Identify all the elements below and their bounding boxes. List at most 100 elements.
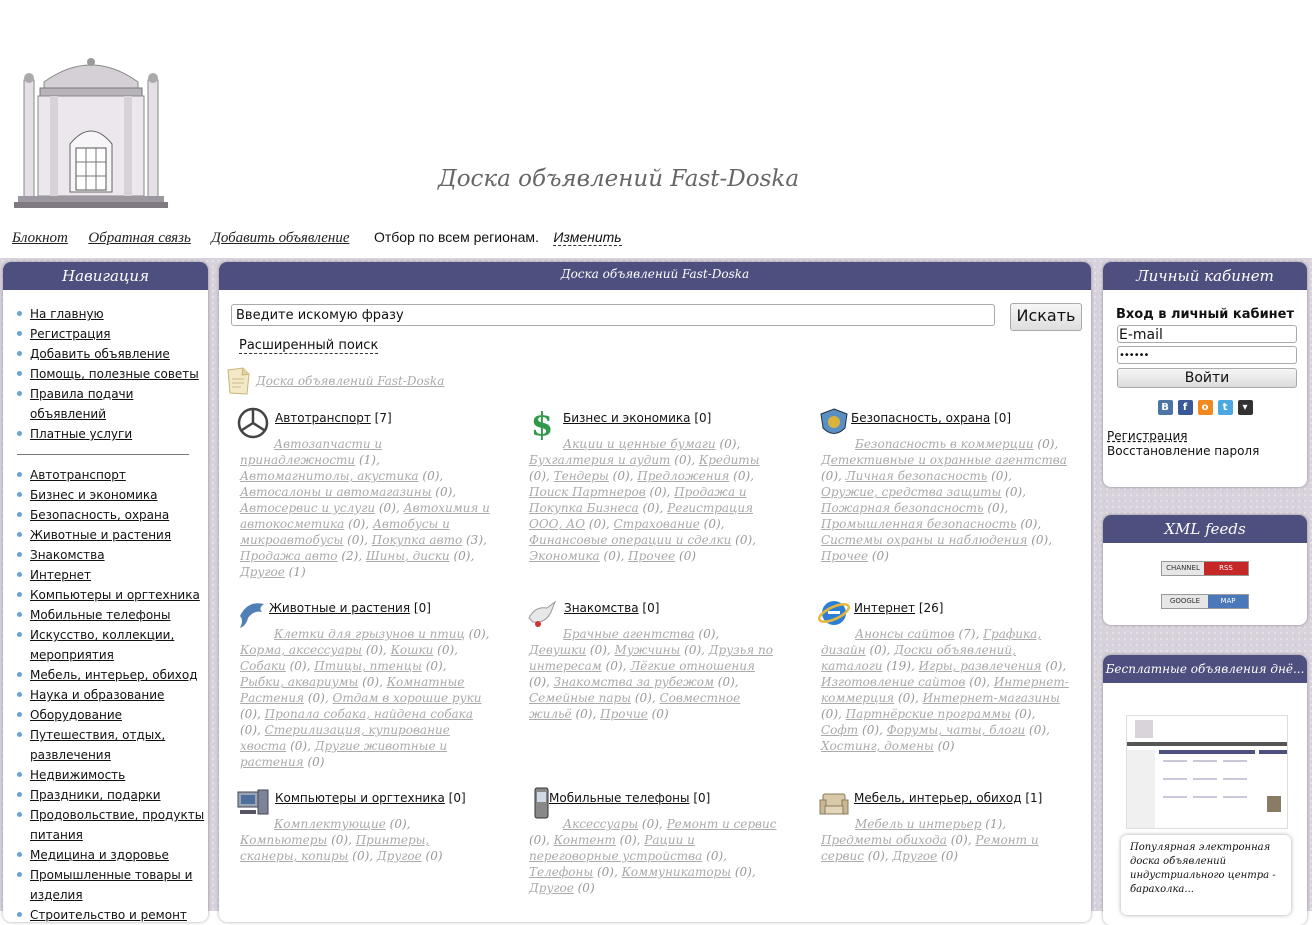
category-link[interactable]: Автотранспорт [275, 411, 371, 425]
sidebar-category-link[interactable]: Строительство и ремонт [30, 908, 187, 922]
internet-explorer-icon[interactable] [817, 596, 851, 630]
sidebar-category-link[interactable]: Компьютеры и оргтехника [30, 588, 200, 602]
subcategory-link[interactable]: Брачные агентства [563, 627, 695, 641]
restore-password-link[interactable]: Восстановление пароля [1107, 444, 1259, 458]
sidebar-main-link[interactable]: На главную [30, 307, 104, 321]
subcategory-link[interactable]: Безопасность в коммерции [855, 437, 1034, 451]
computer-icon[interactable] [236, 786, 270, 820]
subcategory-link[interactable]: Телефоны [529, 865, 593, 879]
sidebar-main-link[interactable]: Правила подачи объявлений [30, 387, 133, 421]
subcategory-link[interactable]: Предложения [637, 469, 729, 483]
subcategory-link[interactable]: Продажа авто [240, 549, 337, 563]
category-link[interactable]: Компьютеры и оргтехника [275, 791, 445, 805]
nav-feedback-link[interactable]: Обратная связь [88, 230, 191, 246]
nav-add-ad-link[interactable]: Добавить объявление [211, 230, 349, 246]
subcategory-link[interactable]: Рыбки, аквариумы [240, 675, 358, 689]
subcategory-link[interactable]: Автомагнитолы, акустика [240, 469, 419, 483]
dove-icon[interactable] [525, 596, 559, 630]
dropdown-icon[interactable]: ▾ [1237, 400, 1253, 415]
sidebar-category-link[interactable]: Искусство, коллекции, мероприятия [30, 628, 174, 662]
subcategory-link[interactable]: Партнёрские программы [846, 707, 1011, 721]
subcategory-link[interactable]: Прочие [600, 707, 648, 721]
mercedes-logo-icon[interactable] [236, 406, 270, 440]
armchair-icon[interactable] [817, 786, 851, 820]
subcategory-link[interactable]: Кошки [391, 643, 434, 657]
subcategory-link[interactable]: Кредиты [699, 453, 760, 467]
category-link[interactable]: Мобильные телефоны [549, 791, 690, 805]
subcategory-link[interactable]: Другое [529, 881, 574, 895]
subcategory-link[interactable]: Другое [240, 565, 285, 579]
site-screenshot-thumbnail[interactable] [1126, 715, 1288, 829]
odnoklassniki-icon[interactable]: о [1197, 400, 1213, 415]
advanced-search-link[interactable]: Расширенный поиск [239, 338, 379, 354]
sidebar-category-link[interactable]: Бизнес и экономика [30, 488, 157, 502]
sidebar-main-link[interactable]: Добавить объявление [30, 347, 170, 361]
category-link[interactable]: Интернет [854, 601, 915, 615]
subcategory-link[interactable]: Отдам в хорошие руки [332, 691, 481, 705]
subcategory-link[interactable]: Прочее [628, 549, 675, 563]
subcategory-link[interactable]: Прочее [821, 549, 868, 563]
sidebar-category-link[interactable]: Оборудование [30, 708, 122, 722]
subcategory-link[interactable]: Клетки для грызунов и птиц [274, 627, 465, 641]
subcategory-link[interactable]: Мебель и интерьер [855, 817, 981, 831]
sidebar-category-link[interactable]: Недвижимость [30, 768, 125, 782]
sidebar-main-link[interactable]: Платные услуги [30, 427, 132, 441]
region-change-link[interactable]: Изменить [553, 229, 622, 246]
subcategory-link[interactable]: Оружие, средства защиты [821, 485, 1001, 499]
category-link[interactable]: Бизнес и экономика [563, 411, 690, 425]
subcategory-link[interactable]: Форумы, чаты, блоги [887, 723, 1026, 737]
dollar-sign-icon[interactable]: $ [525, 406, 559, 440]
subcategory-link[interactable]: Игры, развлечения [919, 659, 1042, 673]
subcategory-link[interactable]: Системы охраны и наблюдения [821, 533, 1027, 547]
subcategory-link[interactable]: Корма, аксессуары [240, 643, 362, 657]
subcategory-link[interactable]: Изготовление сайтов [821, 675, 965, 689]
sidebar-category-link[interactable]: Праздники, подарки [30, 788, 161, 802]
category-link[interactable]: Безопасность, охрана [851, 411, 990, 425]
subcategory-link[interactable]: Лёгкие отношения [630, 659, 755, 673]
subcategory-link[interactable]: Ремонт и сервис [667, 817, 777, 831]
facebook-icon[interactable]: f [1177, 400, 1193, 415]
vkontakte-icon[interactable]: В [1157, 400, 1173, 415]
google-map-badge[interactable]: GOOGLE MAP [1161, 594, 1249, 609]
subcategory-link[interactable]: Коммуникаторы [622, 865, 731, 879]
sidebar-category-link[interactable]: Интернет [30, 568, 91, 582]
category-link[interactable]: Животные и растения [269, 601, 410, 615]
subcategory-link[interactable]: Личная безопасность [846, 469, 988, 483]
subcategory-link[interactable]: Промышленная безопасность [821, 517, 1017, 531]
subcategory-link[interactable]: Пожарная безопасность [821, 501, 984, 515]
sidebar-category-link[interactable]: Животные и растения [30, 528, 171, 542]
subcategory-link[interactable]: Семейные пары [529, 691, 631, 705]
subcategory-link[interactable]: Тендеры [554, 469, 609, 483]
security-shield-icon[interactable] [817, 406, 851, 440]
subcategory-link[interactable]: Автосервис и услуги [240, 501, 375, 515]
subcategory-link[interactable]: Собаки [240, 659, 286, 673]
breadcrumb-home-link[interactable]: Доска объявлений Fast-Doska [256, 374, 444, 388]
dolphin-icon[interactable] [236, 596, 270, 630]
site-logo-pavilion-icon[interactable] [14, 52, 168, 212]
sidebar-category-link[interactable]: Промышленные товары и изделия [30, 868, 192, 902]
subcategory-link[interactable]: Пропала собака, найдена собака [265, 707, 473, 721]
subcategory-link[interactable]: Интернет-магазины [923, 691, 1060, 705]
category-link[interactable]: Мебель, интерьер, обиход [854, 791, 1022, 805]
subcategory-link[interactable]: Софт [821, 723, 858, 737]
subcategory-link[interactable]: Комплектующие [274, 817, 386, 831]
subcategory-link[interactable]: Компьютеры [240, 833, 327, 847]
sidebar-category-link[interactable]: Медицина и здоровье [30, 848, 169, 862]
email-field[interactable]: E-mail [1117, 325, 1297, 343]
search-input[interactable]: Введите искомую фразу [231, 304, 995, 326]
sidebar-category-link[interactable]: Автотранспорт [30, 468, 126, 482]
subcategory-link[interactable]: Шины, диски [366, 549, 450, 563]
password-field[interactable]: •••••• [1117, 346, 1297, 364]
subcategory-link[interactable]: Финансовые операции и сделки [529, 533, 731, 547]
subcategory-link[interactable]: Знакомства за рубежом [554, 675, 714, 689]
subcategory-link[interactable]: Аксессуары [563, 817, 638, 831]
sidebar-category-link[interactable]: Путешествия, отдых, развлечения [30, 728, 165, 762]
register-link[interactable]: Регистрация [1107, 429, 1187, 443]
subcategory-link[interactable]: Покупка авто [372, 533, 462, 547]
sidebar-category-link[interactable]: Мебель, интерьер, обиход [30, 668, 198, 682]
sidebar-category-link[interactable]: Продовольствие, продукты питания [30, 808, 204, 842]
sidebar-category-link[interactable]: Безопасность, охрана [30, 508, 169, 522]
subcategory-link[interactable]: Анонсы сайтов [855, 627, 955, 641]
sidebar-category-link[interactable]: Мобильные телефоны [30, 608, 171, 622]
sidebar-main-link[interactable]: Регистрация [30, 327, 110, 341]
